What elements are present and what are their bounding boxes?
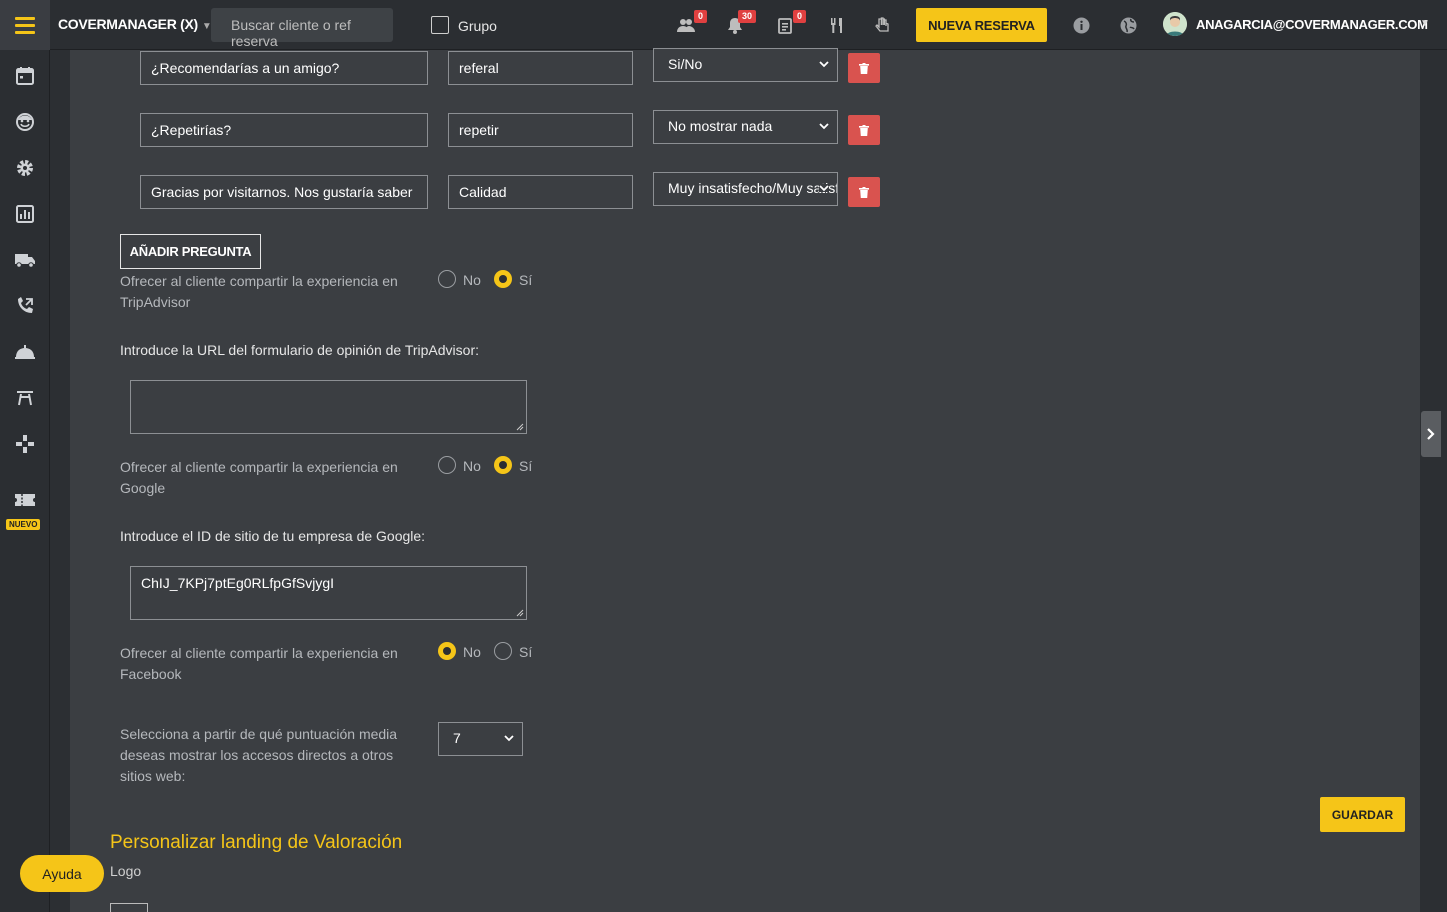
tasks-badge: 0 <box>792 10 806 23</box>
question-key-input[interactable]: Calidad <box>448 175 633 209</box>
phone-forward-icon[interactable] <box>13 294 37 318</box>
chart-icon[interactable] <box>13 202 37 226</box>
menu-button[interactable] <box>0 0 50 50</box>
chevron-down-icon <box>504 735 514 742</box>
info-button[interactable] <box>1070 14 1092 36</box>
facebook-option-label: Ofrecer al cliente compartir la experien… <box>120 645 398 682</box>
customer-face-icon[interactable] <box>13 110 37 134</box>
sidebar: NUEVO <box>0 50 50 912</box>
chevron-down-icon <box>819 123 829 130</box>
question-text-input[interactable]: Gracias por visitarnos. Nos gustaría sab… <box>140 175 428 209</box>
caret-down-icon[interactable]: ▼ <box>1420 18 1430 29</box>
google-id-label: Introduce el ID de sitio de tu empresa d… <box>120 528 426 544</box>
add-question-button[interactable]: AÑADIR PREGUNTA <box>120 234 261 269</box>
user-email[interactable]: ANAGARCIA@COVERMANAGER.COM <box>1196 17 1428 32</box>
google-id-textarea[interactable]: ChIJ_7KPj7ptEg0RLfpGfSvjygI <box>130 566 527 620</box>
groups-badge: 0 <box>693 10 707 23</box>
score-threshold-label: Selecciona a partir de qué puntuación me… <box>120 726 398 784</box>
question-text-input[interactable]: ¿Recomendarías a un amigo? <box>140 51 428 85</box>
question-type-select[interactable]: Si/No <box>653 48 838 82</box>
language-button[interactable] <box>1117 14 1139 36</box>
globe-icon <box>1120 17 1136 33</box>
facebook-yes-label: Sí <box>519 644 533 660</box>
google-yes-label: Sí <box>519 458 533 474</box>
logo-upload[interactable] <box>110 903 148 912</box>
restaurant-button[interactable] <box>826 14 848 36</box>
question-type-value: No mostrar nada <box>668 118 773 134</box>
groups-button[interactable]: 0 <box>675 10 707 36</box>
tasks-button[interactable]: 0 <box>774 10 806 36</box>
google-option-label: Ofrecer al cliente compartir la experien… <box>120 459 398 496</box>
notifications-badge: 30 <box>737 10 756 23</box>
tripadvisor-no-label: No <box>463 272 481 288</box>
question-key-input[interactable]: repetir <box>448 113 633 147</box>
resize-grip-icon[interactable] <box>516 423 524 431</box>
notifications-button[interactable]: 30 <box>724 10 756 36</box>
user-avatar-icon <box>1163 12 1187 36</box>
chevron-down-icon <box>819 61 829 68</box>
grupo-checkbox[interactable] <box>431 16 449 34</box>
search-input[interactable]: Buscar cliente o ref reserva <box>211 8 393 49</box>
google-id-value: ChIJ_7KPj7ptEg0RLfpGfSvjygI <box>141 575 334 591</box>
tripadvisor-option-label: Ofrecer al cliente compartir la experien… <box>120 273 398 310</box>
google-yes-radio[interactable] <box>494 456 512 474</box>
score-threshold-value: 7 <box>453 730 461 746</box>
truck-icon[interactable] <box>13 248 37 272</box>
new-reservation-button[interactable]: NUEVA RESERVA <box>916 8 1047 42</box>
tripadvisor-url-textarea[interactable] <box>130 380 527 434</box>
top-bar: COVERMANAGER (X) ▼ Buscar cliente o ref r… <box>0 0 1447 50</box>
avatar[interactable] <box>1163 12 1187 36</box>
score-threshold-select[interactable]: 7 <box>438 722 523 756</box>
ticket-icon[interactable] <box>13 488 37 512</box>
gamepad-icon[interactable] <box>13 432 37 456</box>
delete-question-button[interactable] <box>848 53 880 83</box>
info-icon <box>1073 17 1089 33</box>
chevron-down-icon <box>819 184 829 192</box>
delete-question-button[interactable] <box>848 115 880 145</box>
landing-section-title: Personalizar landing de Valoración <box>110 832 403 853</box>
calendar-icon[interactable] <box>13 64 37 88</box>
service-button[interactable] <box>871 14 893 36</box>
tripadvisor-yes-label: Sí <box>519 272 533 288</box>
venue-selector[interactable]: COVERMANAGER (X) ▼ <box>58 16 212 32</box>
delete-question-button[interactable] <box>848 177 880 207</box>
clipboard-icon <box>778 17 792 34</box>
grupo-label: Grupo <box>458 18 497 34</box>
google-no-radio[interactable] <box>438 456 456 474</box>
logo-label: Logo <box>110 863 142 879</box>
room-service-icon[interactable] <box>13 340 37 364</box>
help-button[interactable]: Ayuda <box>20 855 104 892</box>
new-badge: NUEVO <box>6 519 41 530</box>
google-no-label: No <box>463 458 481 474</box>
facebook-no-label: No <box>463 644 481 660</box>
question-type-value: Si/No <box>668 56 703 72</box>
cutlery-icon <box>831 17 842 33</box>
tripadvisor-yes-radio[interactable] <box>494 270 512 288</box>
panel-toggle-button[interactable] <box>1421 411 1441 457</box>
venue-name: COVERMANAGER (X) <box>58 16 198 32</box>
trash-icon <box>859 62 869 74</box>
save-button[interactable]: GUARDAR <box>1320 797 1405 832</box>
hand-icon <box>875 16 889 32</box>
question-type-select[interactable]: Muy insatisfecho/Muy satisfecho <box>653 172 838 206</box>
users-icon <box>677 19 695 32</box>
facebook-no-radio[interactable] <box>438 642 456 660</box>
table-icon[interactable] <box>13 386 37 410</box>
tripadvisor-url-label: Introduce la URL del formulario de opini… <box>120 342 480 358</box>
question-text-input[interactable]: ¿Repetirías? <box>140 113 428 147</box>
question-key-input[interactable]: referal <box>448 51 633 85</box>
facebook-yes-radio[interactable] <box>494 642 512 660</box>
question-type-value: Muy insatisfecho/Muy satisfecho <box>668 180 837 196</box>
gear-icon[interactable] <box>13 156 37 180</box>
trash-icon <box>859 186 869 198</box>
hamburger-icon <box>15 15 35 36</box>
tripadvisor-no-radio[interactable] <box>438 270 456 288</box>
trash-icon <box>859 124 869 136</box>
resize-grip-icon[interactable] <box>516 609 524 617</box>
question-type-select[interactable]: No mostrar nada <box>653 110 838 144</box>
chevron-right-icon <box>1427 428 1435 440</box>
